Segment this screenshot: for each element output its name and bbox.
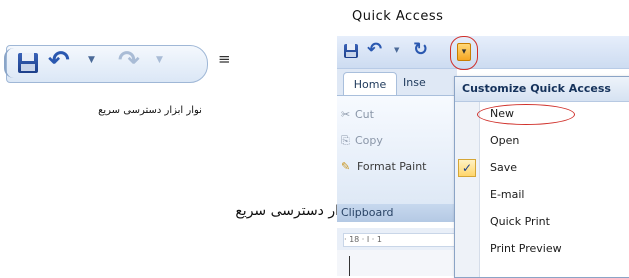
format-painter-icon: ✎ [341, 160, 351, 173]
text-cursor [349, 256, 350, 276]
customize-qat-button[interactable]: ▾ [457, 43, 471, 61]
toolbar-left-cap [4, 48, 16, 78]
quick-access-title: Quick Access [352, 9, 444, 24]
save-icon[interactable] [344, 44, 358, 58]
undo-dropdown-icon[interactable]: ▼ [394, 46, 399, 54]
clipboard-group-label: Clipboard [337, 204, 457, 222]
word-window: ↶ ▼ ↻ ▾ Home Inse ✂ Cut ⎘ Copy ✎ Format … [337, 36, 629, 278]
copy-button[interactable]: Copy [355, 134, 383, 147]
menu-item-open[interactable]: Open [490, 134, 519, 147]
menu-gutter [455, 102, 480, 277]
menu-item-new[interactable]: New [490, 107, 514, 120]
copy-icon: ⎘ [341, 134, 350, 147]
title-bar: ↶ ▼ ↻ ▾ [337, 36, 629, 70]
ribbon-clipboard-group: ✂ Cut ⎘ Copy ✎ Format Paint [337, 95, 457, 214]
tab-insert[interactable]: Inse [403, 76, 426, 89]
redo-icon[interactable]: ↷ [118, 48, 140, 74]
menu-item-email[interactable]: E-mail [490, 188, 525, 201]
repeat-icon[interactable]: ↻ [413, 41, 428, 59]
menu-item-quick-print[interactable]: Quick Print [490, 215, 550, 228]
quick-access-toolbar-closeup: ↶ ▼ ↷ ▼ ≡ [4, 40, 231, 90]
customize-qat-menu: Customize Quick Access New Open ✓ Save E… [454, 76, 629, 278]
undo-icon[interactable]: ↶ [48, 48, 70, 74]
customize-arrow-icon[interactable]: ≡ [218, 50, 231, 68]
format-painter-button[interactable]: Format Paint [357, 160, 426, 173]
menu-item-print-preview[interactable]: Print Preview [490, 242, 562, 255]
undo-icon[interactable]: ↶ [367, 41, 382, 59]
document-area [337, 250, 457, 276]
redo-dropdown-icon[interactable]: ▼ [156, 55, 163, 65]
tab-home[interactable]: Home [343, 72, 397, 96]
toolbar-caption: نوار ابزار دسترسی سریع [98, 105, 202, 116]
menu-header-label: Customize Quick Access [462, 82, 611, 95]
undo-dropdown-icon[interactable]: ▼ [88, 55, 95, 65]
ruler[interactable]: · 18 · I · 1 [343, 233, 455, 247]
menu-item-save[interactable]: Save [490, 161, 517, 174]
scissors-icon: ✂ [341, 108, 351, 121]
cut-button[interactable]: Cut [355, 108, 374, 121]
menu-header: Customize Quick Access [455, 77, 629, 102]
check-icon: ✓ [458, 159, 476, 177]
save-icon[interactable] [18, 53, 38, 73]
